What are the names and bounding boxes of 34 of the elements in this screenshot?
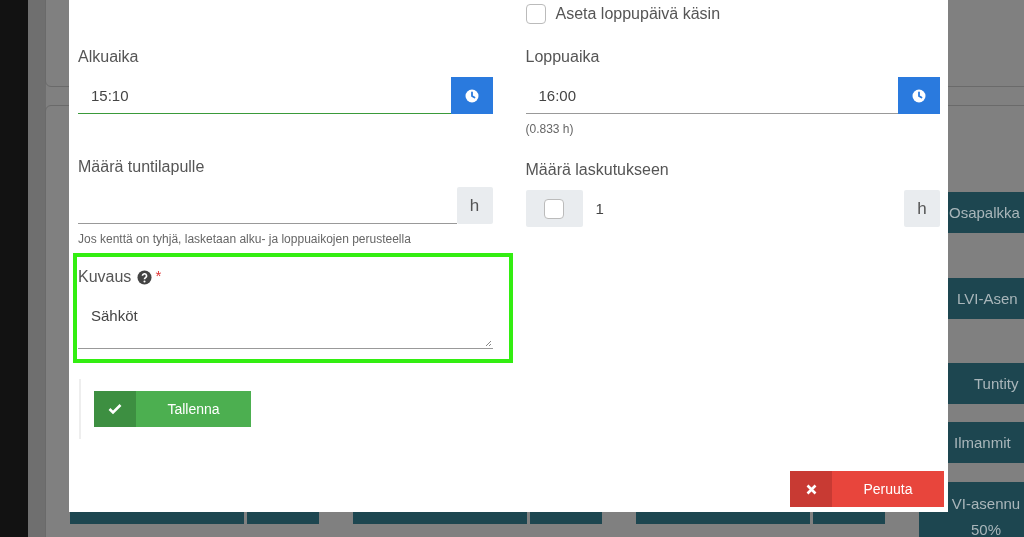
help-icon[interactable] (137, 269, 153, 285)
field-label: Loppuaika (525, 47, 601, 67)
field-label: Määrä tuntilapulle (78, 157, 206, 177)
close-icon (805, 483, 817, 495)
background-button[interactable]: Tuntity (948, 363, 1024, 404)
clock-icon (464, 88, 479, 103)
help-text: Jos kenttä on tyhjä, lasketaan alku- ja loppuaikojen perusteella (78, 232, 412, 246)
checkbox[interactable] (544, 198, 564, 219)
background-button[interactable]: Osapalkka (948, 192, 1024, 233)
clock-button[interactable] (898, 77, 940, 114)
required-mark: * (155, 267, 162, 284)
field-label: Kuvaus (78, 267, 132, 287)
checkmark-icon (108, 403, 122, 415)
background-button[interactable]: Ilmanmit (948, 422, 1024, 463)
clock-icon (912, 88, 926, 103)
time-field[interactable]: 16:00 (525, 77, 898, 114)
background-bar (530, 512, 602, 524)
cancel-button[interactable]: Peruuta (790, 471, 944, 507)
unit-addon: h (904, 190, 940, 227)
checkbox[interactable] (525, 4, 546, 24)
background-bar (813, 512, 885, 524)
resize-grip-icon[interactable] (483, 339, 492, 347)
background-button[interactable]: LVI-Asen (948, 278, 1024, 319)
hours-field[interactable]: 1 (582, 190, 904, 227)
clock-button[interactable] (450, 77, 493, 114)
description-field[interactable]: Sähköt (78, 297, 493, 349)
unit-addon: h (456, 187, 493, 224)
background-bar (247, 512, 319, 524)
save-button[interactable]: Tallenna (94, 391, 251, 427)
checkbox-label: Aseta loppupäivä käsin (555, 5, 721, 23)
field-label: Määrä laskutukseen (525, 160, 670, 180)
duration-text: (0.833 h) (525, 122, 575, 136)
time-field[interactable]: 15:10 (78, 77, 451, 114)
field-label: Alkuaika (78, 47, 140, 67)
